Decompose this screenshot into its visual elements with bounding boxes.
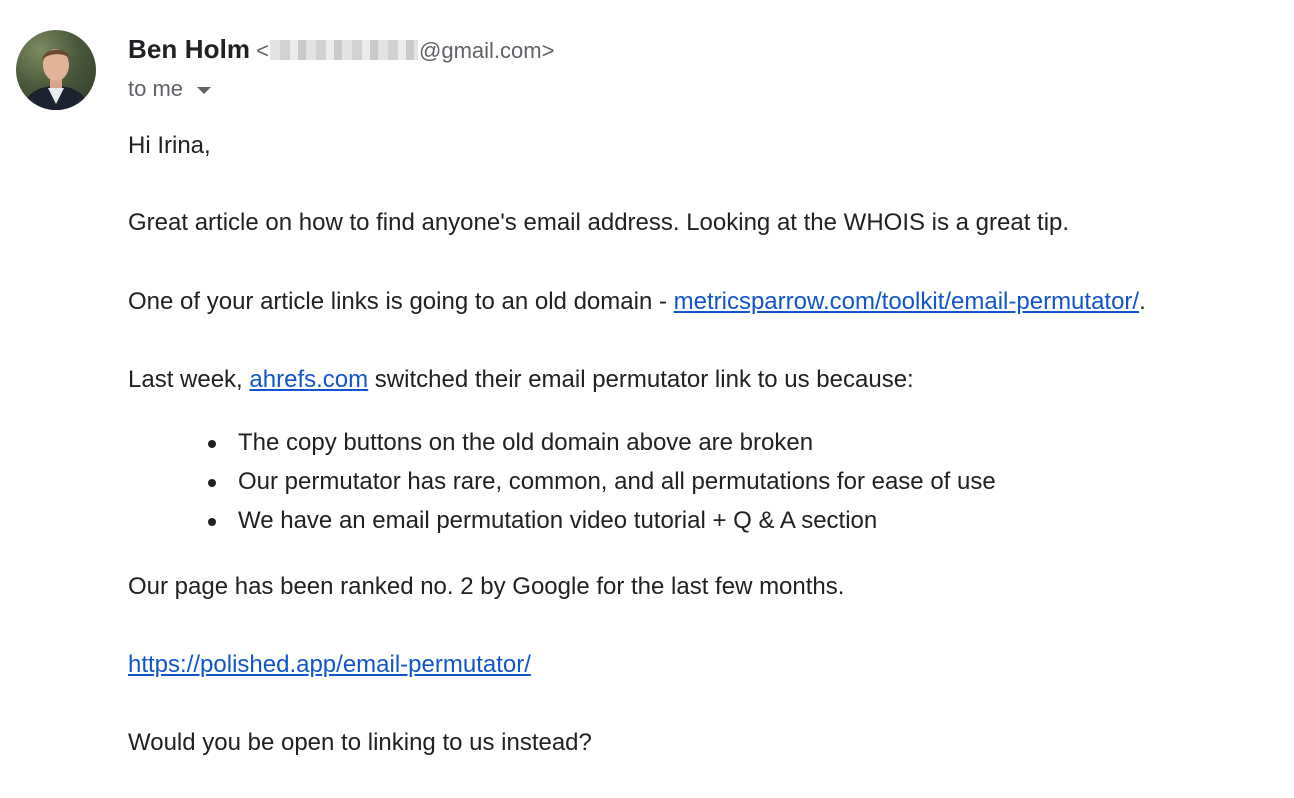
paragraph-2-text: One of your article links is going to an… xyxy=(128,288,674,315)
ahrefs-link[interactable]: ahrefs.com xyxy=(249,366,368,393)
old-domain-link[interactable]: metricsparrow.com/toolkit/email-permutat… xyxy=(674,288,1139,315)
chevron-down-icon[interactable] xyxy=(197,86,212,94)
sender-name[interactable]: Ben Holm xyxy=(128,34,250,65)
reasons-list: The copy buttons on the old domain above… xyxy=(128,426,996,543)
greeting: Hi Irina, xyxy=(128,132,211,159)
paragraph-3-rest: switched their email permutator link to … xyxy=(368,366,914,393)
polished-permutator-link[interactable]: https://polished.app/email-permutator/ xyxy=(128,651,531,678)
paragraph-2-end: . xyxy=(1139,288,1146,315)
avatar-portrait xyxy=(22,49,90,110)
recipient-details-toggle[interactable]: to me xyxy=(128,76,212,102)
sender-email-domain: @gmail.com> xyxy=(419,38,555,63)
sender-email: < @gmail.com> xyxy=(256,38,554,64)
paragraph-3: Last week, ahrefs.com switched their ema… xyxy=(128,365,914,395)
recipient-label: to me xyxy=(128,76,184,101)
paragraph-1: Great article on how to find anyone's em… xyxy=(128,209,1070,236)
paragraph-3-text: Last week, xyxy=(128,366,250,393)
paragraph-2: One of your article links is going to an… xyxy=(128,287,1146,317)
paragraph-5: https://polished.app/email-permutator/ xyxy=(128,650,531,680)
list-item: Our permutator has rare, common, and all… xyxy=(128,465,996,504)
sender-email-open: < xyxy=(256,38,270,63)
list-item: The copy buttons on the old domain above… xyxy=(128,426,996,465)
redacted-email-local-part xyxy=(270,40,419,60)
sender-avatar[interactable] xyxy=(16,30,96,110)
sender-line: Ben Holm < @gmail.com> xyxy=(128,34,554,65)
paragraph-6: Would you be open to linking to us inste… xyxy=(128,729,592,756)
paragraph-4: Our page has been ranked no. 2 by Google… xyxy=(128,573,845,600)
list-item: We have an email permutation video tutor… xyxy=(128,504,996,543)
